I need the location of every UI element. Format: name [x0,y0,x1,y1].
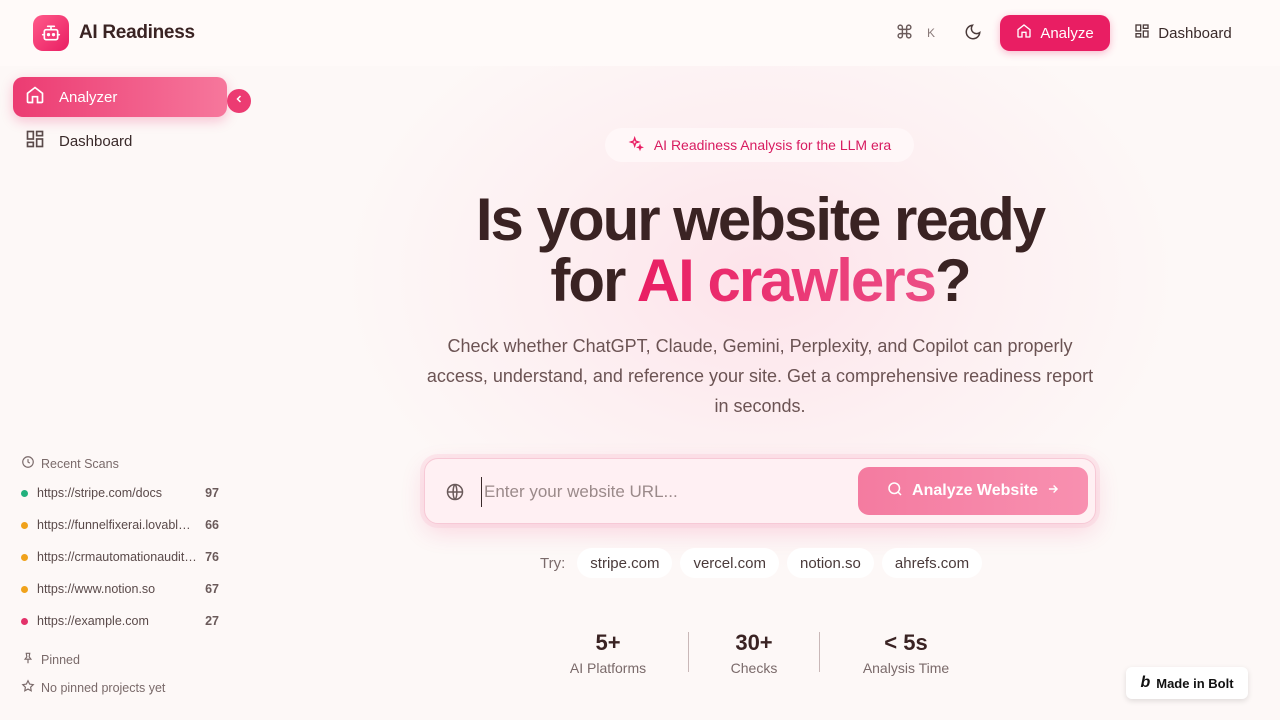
stat-label: Checks [730,660,778,676]
sidebar-item-label: Analyzer [59,88,118,106]
status-dot [21,553,28,561]
pin-icon [21,651,35,668]
pinned-empty-text: No pinned projects yet [41,680,166,695]
stat-label: AI Platforms [569,660,647,676]
pinned-empty-state: No pinned projects yet [21,679,165,696]
clock-icon [21,455,35,472]
url-input[interactable] [481,477,841,507]
recent-scans-heading: Recent Scans [21,455,119,472]
recent-scan-score: 66 [205,518,219,532]
recent-scan-score: 97 [205,486,219,500]
recent-scan-url: https://stripe.com/docs [37,486,163,500]
pinned-heading: Pinned [21,651,80,668]
chevron-left-icon [233,92,245,110]
status-dot [21,521,28,529]
collapse-sidebar-button[interactable] [227,89,251,113]
try-chip-stripe[interactable]: stripe.com [577,548,673,578]
header-dashboard-button[interactable]: Dashboard [1124,15,1242,51]
status-dot [21,585,28,593]
try-examples-row: Try: stripe.com vercel.com notion.so ahr… [540,548,983,578]
stat-platforms: 5+ AI Platforms [556,630,660,676]
theme-toggle-moon-icon[interactable] [964,23,982,46]
arrow-right-icon [1046,482,1060,501]
recent-scan-item[interactable]: https://funnelfixerai.lovable.app 66 [21,515,219,535]
hero-line2-suffix: ? [934,247,972,314]
stat-value: 30+ [735,630,773,655]
hero-title-line1: Is your website ready [475,186,1046,253]
grid-icon [1134,23,1150,43]
pinned-label: Pinned [41,652,80,667]
command-palette-shortcut[interactable]: K [896,20,935,46]
recent-scan-item[interactable]: https://crmautomationaudit.com 76 [21,547,219,567]
try-chip-notion[interactable]: notion.so [787,548,874,578]
recent-scan-item[interactable]: https://www.notion.so 67 [21,579,219,599]
stat-divider [688,632,689,672]
sidebar-item-analyzer[interactable]: Analyzer [13,77,227,117]
sidebar-item-label: Dashboard [59,132,133,150]
bolt-logo-icon: b [1140,674,1151,691]
hero-title-line2: for AI crawlers? [340,250,1180,312]
recent-scan-score: 76 [205,550,219,564]
stat-value: 5+ [595,630,621,655]
header-analyze-label: Analyze [1040,24,1094,42]
recent-scan-item[interactable]: https://stripe.com/docs 97 [21,483,219,503]
hero-highlight: AI crawlers [636,247,937,314]
stat-checks: 30+ Checks [714,630,794,676]
recent-scan-score: 67 [205,582,219,596]
bolt-label: Made in Bolt [1156,675,1234,691]
home-icon [1016,23,1032,43]
stat-divider [819,632,820,672]
recent-scan-url: https://funnelfixerai.lovable.app [37,518,198,532]
robot-logo-icon[interactable] [33,15,69,51]
hero-badge-text: AI Readiness Analysis for the LLM era [653,137,892,153]
recent-scan-item[interactable]: https://example.com 27 [21,611,219,631]
recent-scan-score: 27 [205,614,219,628]
hero-subtitle: Check whether ChatGPT, Claude, Gemini, P… [426,336,1094,416]
made-in-bolt-badge[interactable]: b Made in Bolt [1126,667,1248,699]
sidebar-item-dashboard[interactable]: Dashboard [13,121,227,161]
grid-icon [25,129,45,153]
hero-line2-prefix: for [550,247,637,314]
recent-scan-url: https://crmautomationaudit.com [37,550,198,564]
try-chip-vercel[interactable]: vercel.com [680,548,779,578]
recent-scans-label: Recent Scans [41,456,119,471]
url-search-box: Analyze Website [424,458,1096,524]
stat-value: < 5s [884,630,928,655]
status-dot [21,489,28,497]
recent-scan-url: https://example.com [37,614,149,628]
home-icon [25,85,45,109]
try-label: Try: [540,554,566,572]
header-analyze-button[interactable]: Analyze [1000,15,1110,51]
brand-name[interactable]: AI Readiness [79,22,195,44]
globe-icon [445,482,465,507]
hero-badge: AI Readiness Analysis for the LLM era [605,128,914,162]
status-dot [21,617,28,625]
command-icon [896,23,913,43]
sparkles-icon [628,135,644,155]
stat-label: Analysis Time [862,660,950,676]
try-chip-ahrefs[interactable]: ahrefs.com [881,548,983,578]
header-dashboard-label: Dashboard [1158,24,1232,42]
shortcut-key: K [927,26,936,40]
recent-scan-url: https://www.notion.so [37,582,156,596]
search-icon [886,480,904,503]
analyze-website-button[interactable]: Analyze Website [858,467,1088,515]
stat-analysis-time: < 5s Analysis Time [846,630,966,676]
top-header: AI Readiness K Analyze Dashboard [0,0,1280,66]
star-icon [21,679,35,696]
analyze-website-label: Analyze Website [912,482,1038,499]
